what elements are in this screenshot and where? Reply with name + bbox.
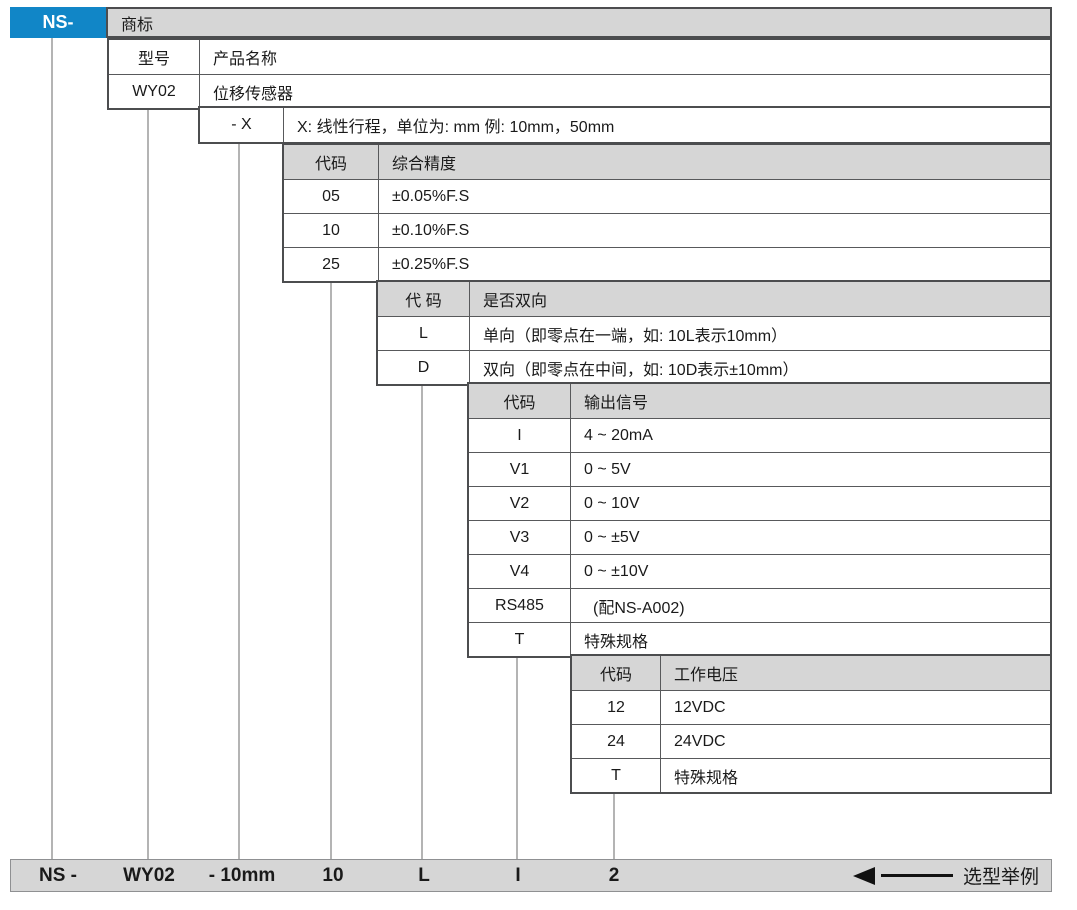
voltage-code: 12 [572, 690, 660, 724]
voltage-code: T [572, 758, 660, 792]
output-code: V3 [469, 520, 570, 554]
model-table: 型号 产品名称 WY02 位移传感器 [107, 38, 1052, 110]
direction-value: 双向（即零点在中间，如: 10D表示±10mm） [469, 350, 1050, 384]
accuracy-code: 05 [284, 179, 378, 213]
output-value: 0 ~ ±5V [570, 520, 1050, 554]
example-item: 2 [609, 865, 620, 887]
direction-header-name: 是否双向 [469, 282, 1050, 316]
accuracy-value: ±0.05%F.S [378, 179, 1050, 213]
voltage-header-name: 工作电压 [660, 656, 1050, 690]
connector-line [613, 789, 615, 859]
output-code: RS485 [469, 588, 570, 622]
output-code: V1 [469, 452, 570, 486]
direction-code: D [378, 350, 469, 384]
connector-line [238, 140, 240, 859]
output-code: I [469, 418, 570, 452]
output-code: V4 [469, 554, 570, 588]
brand-prefix-label: NS- [43, 12, 74, 33]
output-code: V2 [469, 486, 570, 520]
direction-table: 代 码 是否双向 L 单向（即零点在一端，如: 10L表示10mm） D 双向（… [376, 280, 1052, 386]
example-bar: NS - WY02 - 10mm 10 L I 2 选型举例 [10, 859, 1052, 892]
model-code: WY02 [109, 74, 199, 108]
output-header-code: 代码 [469, 384, 570, 418]
voltage-table: 代码 工作电压 12 12VDC 24 24VDC T 特殊规格 [570, 654, 1052, 794]
example-pointer: 选型举例 [853, 860, 1039, 891]
voltage-value: 特殊规格 [660, 758, 1050, 792]
trademark-cell: 商标 [106, 7, 1052, 38]
arrow-shaft [881, 874, 953, 877]
trademark-label: 商标 [121, 11, 153, 35]
voltage-code: 24 [572, 724, 660, 758]
example-item: 10 [322, 865, 343, 887]
output-value: 特殊规格 [570, 622, 1050, 656]
connector-line [51, 38, 53, 859]
output-value: 4 ~ 20mA [570, 418, 1050, 452]
output-value: (配NS-A002) [570, 588, 1050, 622]
connector-line [421, 381, 423, 859]
output-value: 0 ~ ±10V [570, 554, 1050, 588]
model-table-header-name: 产品名称 [199, 40, 1050, 74]
direction-value: 单向（即零点在一端，如: 10L表示10mm） [469, 316, 1050, 350]
example-item: - 10mm [209, 865, 276, 887]
example-item: NS - [39, 865, 77, 887]
example-item: I [515, 865, 520, 887]
accuracy-table: 代码 综合精度 05 ±0.05%F.S 10 ±0.10%F.S 25 ±0.… [282, 143, 1052, 283]
accuracy-value: ±0.25%F.S [378, 247, 1050, 281]
voltage-value: 24VDC [660, 724, 1050, 758]
accuracy-code: 25 [284, 247, 378, 281]
connector-line [516, 654, 518, 859]
output-header-name: 输出信号 [570, 384, 1050, 418]
ordering-code-diagram: NS- 商标 型号 产品名称 WY02 位移传感器 - X X: 线性行程，单位… [0, 0, 1077, 910]
output-value: 0 ~ 10V [570, 486, 1050, 520]
model-table-header-code: 型号 [109, 40, 199, 74]
example-label: 选型举例 [963, 862, 1039, 889]
connector-line [147, 106, 149, 859]
accuracy-header-code: 代码 [284, 145, 378, 179]
model-name: 位移传感器 [199, 74, 1050, 108]
stroke-row: - X X: 线性行程，单位为: mm 例: 10mm，50mm [198, 106, 1052, 144]
accuracy-code: 10 [284, 213, 378, 247]
brand-prefix-badge: NS- [10, 7, 106, 38]
accuracy-header-name: 综合精度 [378, 145, 1050, 179]
example-item: WY02 [123, 865, 175, 887]
stroke-desc: X: 线性行程，单位为: mm 例: 10mm，50mm [283, 108, 1050, 142]
output-code: T [469, 622, 570, 656]
connector-line [330, 279, 332, 859]
voltage-header-code: 代码 [572, 656, 660, 690]
voltage-value: 12VDC [660, 690, 1050, 724]
output-signal-table: 代码 输出信号 I 4 ~ 20mA V1 0 ~ 5V V2 0 ~ 10V … [467, 382, 1052, 658]
accuracy-value: ±0.10%F.S [378, 213, 1050, 247]
example-item: L [418, 865, 430, 887]
direction-header-code: 代 码 [378, 282, 469, 316]
direction-code: L [378, 316, 469, 350]
output-value: 0 ~ 5V [570, 452, 1050, 486]
stroke-code: - X [200, 108, 283, 142]
left-arrow-icon [853, 867, 875, 885]
